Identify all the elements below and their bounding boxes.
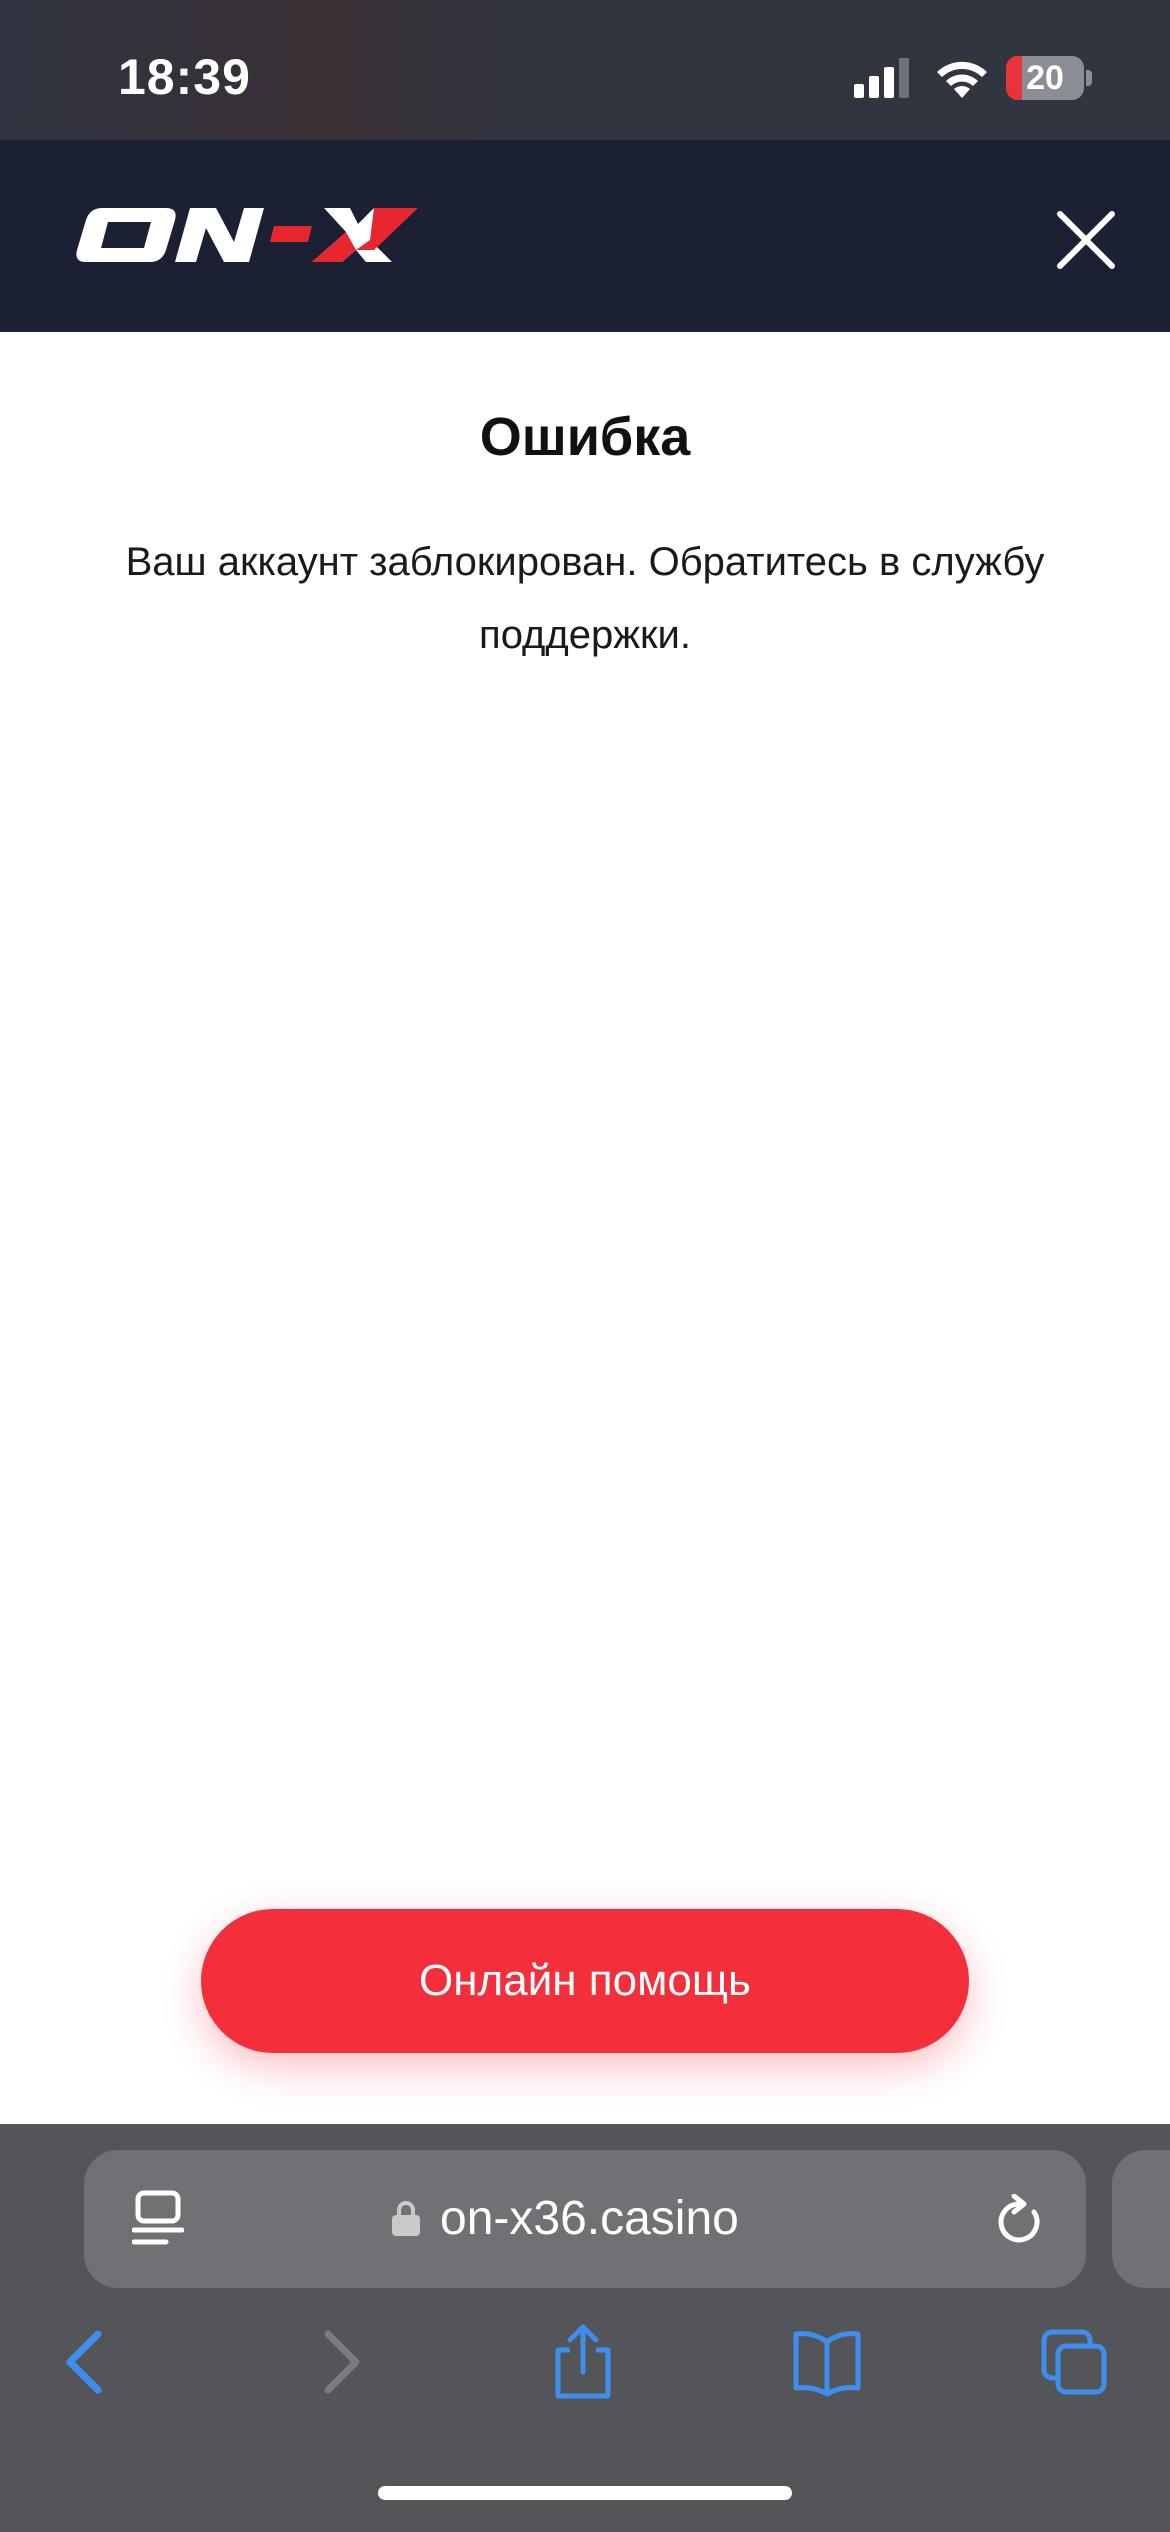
online-help-button[interactable]: Онлайн помощь xyxy=(201,1909,969,2053)
page-menu-icon[interactable] xyxy=(132,2190,184,2248)
browser-chrome: on-x36.casino xyxy=(0,2124,1170,2532)
battery-icon: 20 xyxy=(1006,56,1092,100)
error-message: Ваш аккаунт заблокирован. Обратитесь в с… xyxy=(125,540,1045,657)
on-x-logo[interactable] xyxy=(74,188,418,280)
bookmarks-icon[interactable] xyxy=(792,2324,862,2400)
status-time: 18:39 xyxy=(118,49,251,105)
site-header xyxy=(0,140,1170,332)
signal-icon xyxy=(854,58,909,98)
address-bar[interactable]: on-x36.casino xyxy=(84,2150,1086,2288)
lock-icon xyxy=(392,2201,420,2236)
error-content: Ошибка Ваш аккаунт заблокирован. Обратит… xyxy=(0,332,1170,2124)
url-text: on-x36.casino xyxy=(440,2192,739,2245)
status-bar: 18:39 20 xyxy=(0,0,1170,140)
back-icon[interactable] xyxy=(52,2324,122,2400)
share-icon[interactable] xyxy=(548,2324,618,2400)
error-title: Ошибка xyxy=(479,407,691,467)
forward-icon[interactable] xyxy=(304,2324,374,2400)
wifi-icon xyxy=(937,61,987,98)
home-indicator xyxy=(378,2486,792,2500)
reload-icon[interactable] xyxy=(994,2194,1046,2248)
close-button[interactable] xyxy=(1050,204,1122,276)
battery-level: 20 xyxy=(1026,59,1064,97)
next-tab-peek[interactable] xyxy=(1112,2150,1170,2288)
tabs-icon[interactable] xyxy=(1040,2324,1110,2400)
